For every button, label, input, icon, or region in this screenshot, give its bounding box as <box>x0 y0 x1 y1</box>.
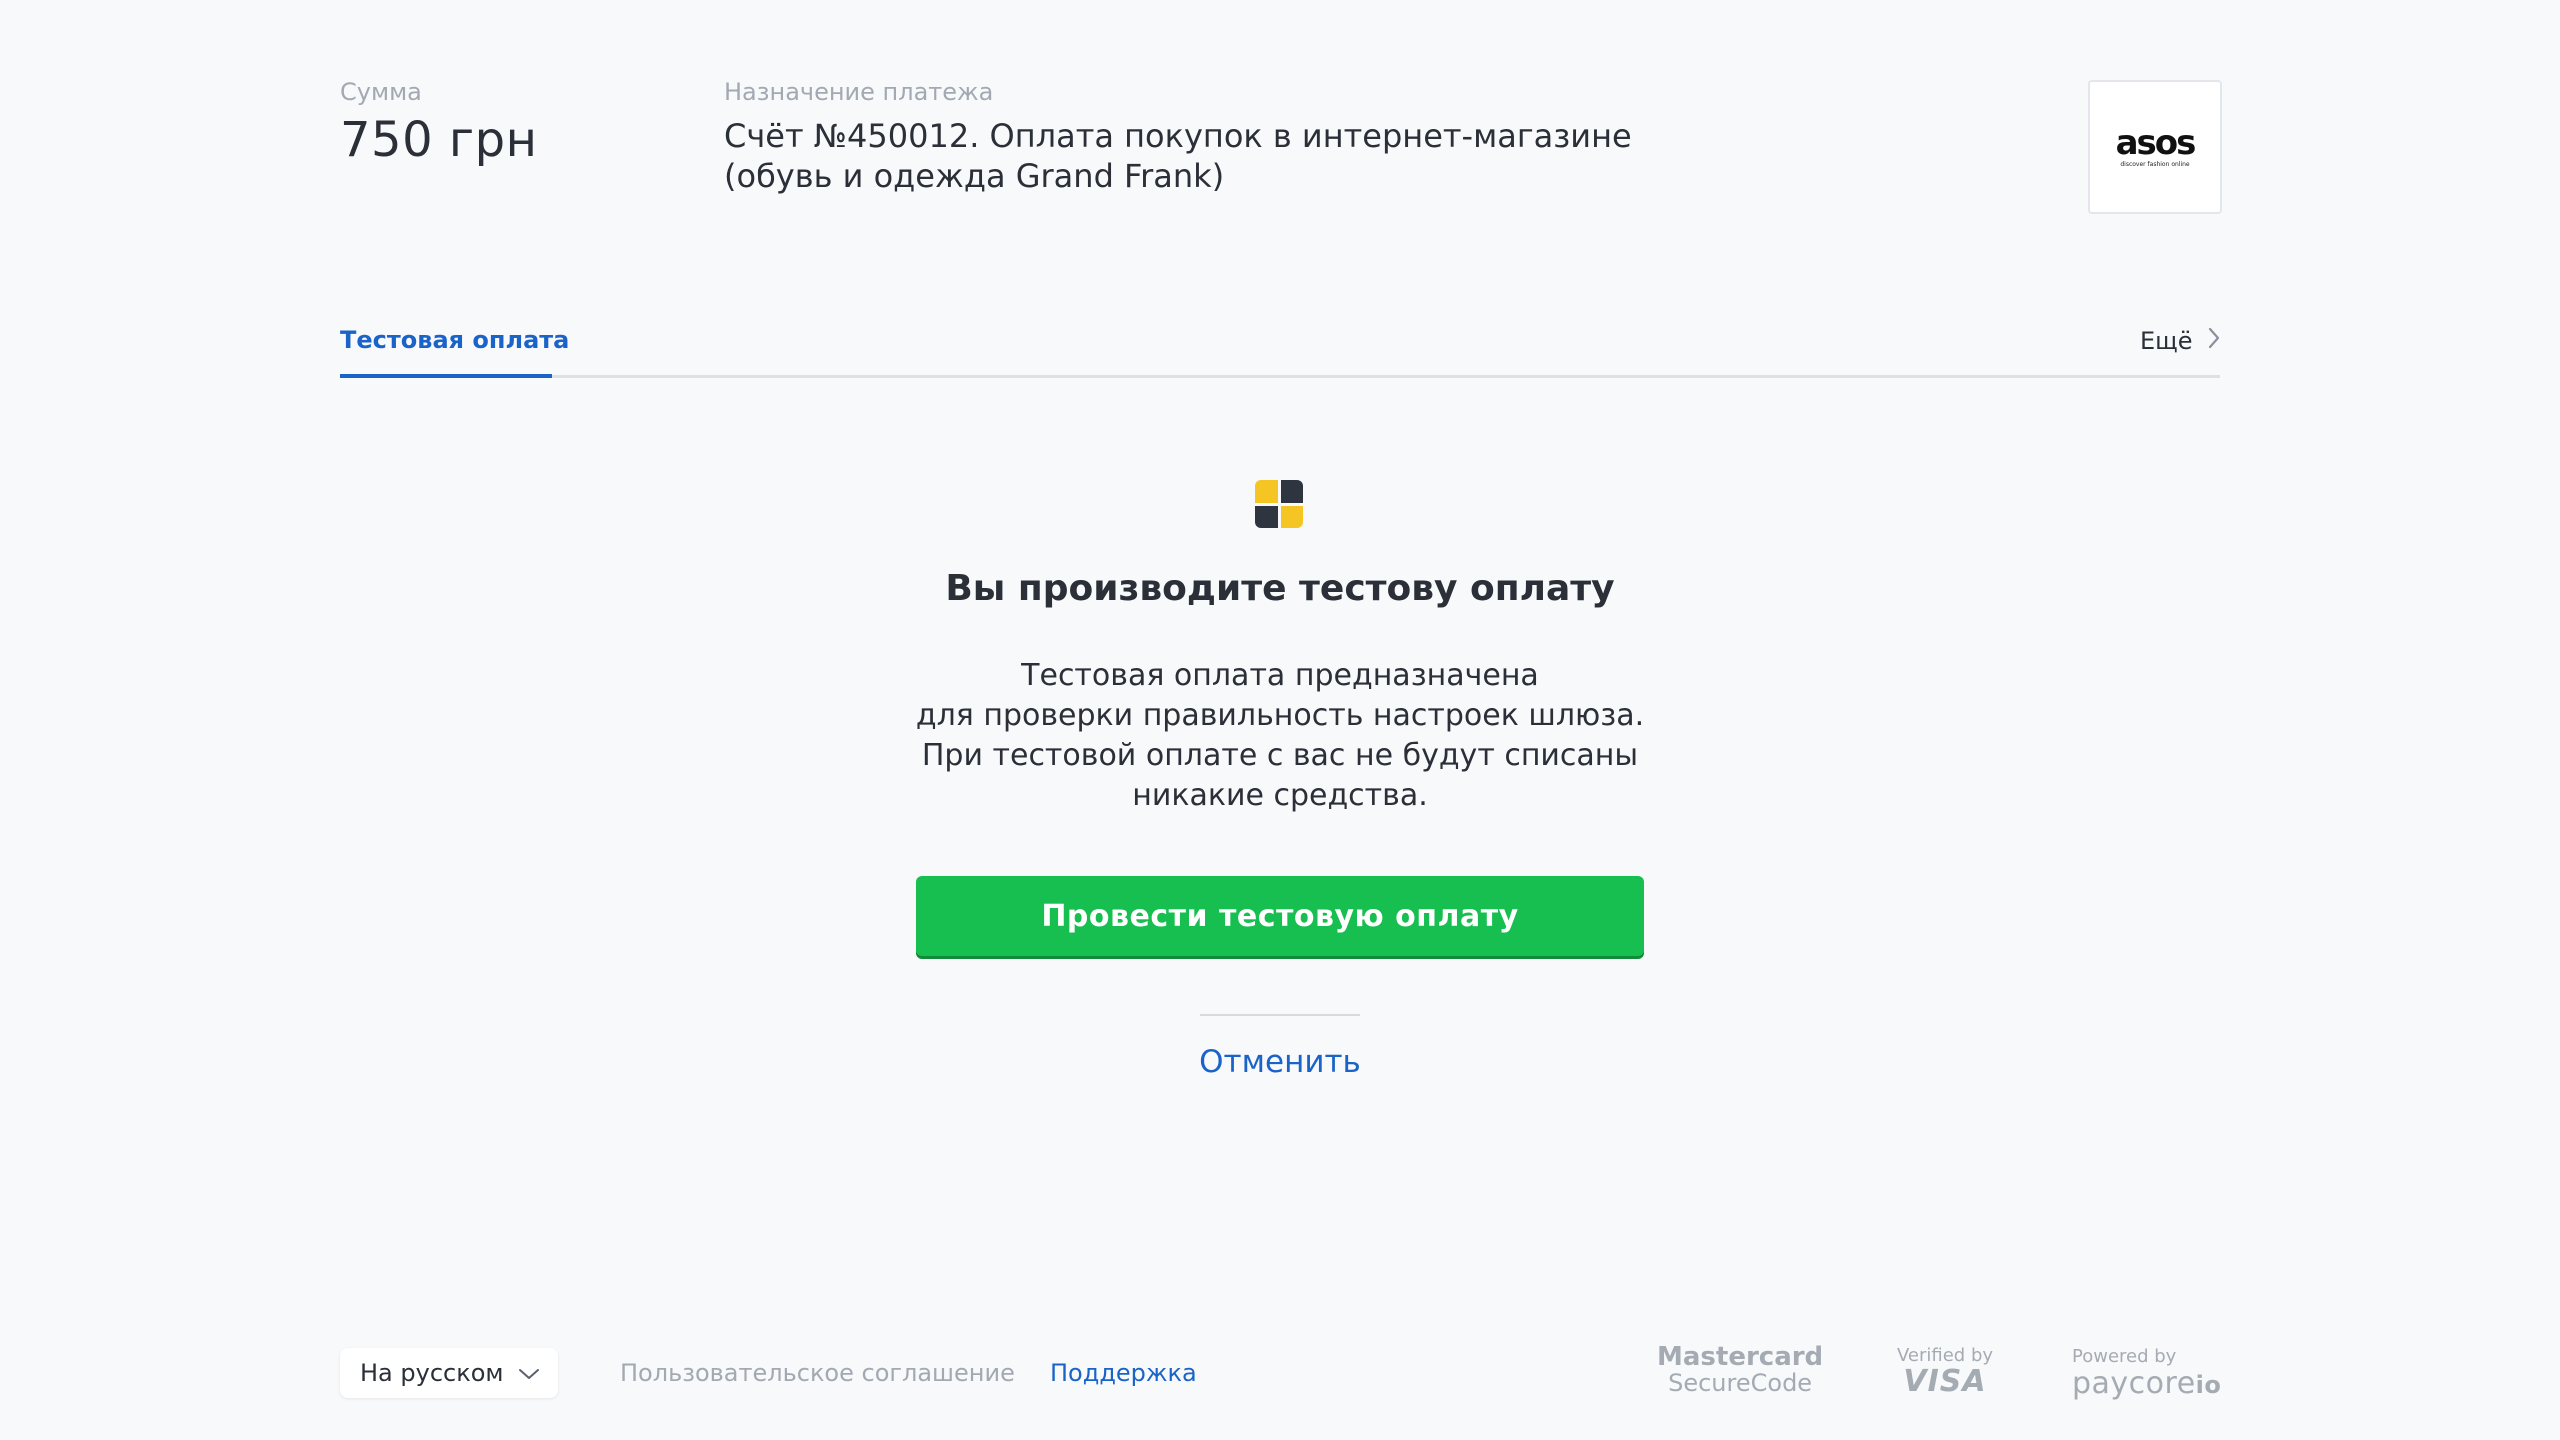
support-link[interactable]: Поддержка <box>1050 1359 1197 1387</box>
paycore-badge-word: paycore <box>2072 1366 2196 1401</box>
cancel-container: Отменить <box>0 1044 2560 1080</box>
purpose-label: Назначение платежа <box>724 78 994 106</box>
merchant-logo-word: asos <box>2115 123 2197 163</box>
description-line: для проверки правильность настроек шлюза… <box>915 698 1645 733</box>
description-line: никакие средства. <box>1132 778 1428 813</box>
purpose-value: Счёт №450012. Оплата покупок в интернет-… <box>724 117 1632 195</box>
description: Тестовая оплата предназначена для провер… <box>780 656 1780 816</box>
visa-badge-line2: VISA <box>1903 1364 1987 1399</box>
user-agreement-link[interactable]: Пользовательское соглашение <box>620 1359 1015 1387</box>
mastercard-badge-line1: Mastercard <box>1657 1342 1824 1372</box>
tab-test-payment[interactable]: Тестовая оплата <box>340 326 569 354</box>
tab-more-label: Ещё <box>2140 327 2193 355</box>
verified-by-visa-badge: Verified by VISA <box>1897 1346 1993 1398</box>
merchant-logo: asos discover fashion online <box>2088 80 2222 214</box>
merchant-logo-subtitle: discover fashion online <box>2120 161 2190 168</box>
run-test-payment-button[interactable]: Провести тестовую оплату <box>916 876 1644 956</box>
language-select-value: На русском <box>360 1359 504 1387</box>
description-line: При тестовой оплате с вас не будут списа… <box>921 738 1639 773</box>
sum-value: 750 грн <box>340 112 538 168</box>
sum-label: Сумма <box>340 78 422 106</box>
description-line: Тестовая оплата предназначена <box>1021 658 1539 693</box>
tab-active-underline <box>340 374 552 378</box>
paycore-badge-line1: Powered by <box>2072 1346 2177 1367</box>
chevron-down-icon <box>518 1359 540 1387</box>
language-select[interactable]: На русском <box>340 1348 558 1398</box>
powered-by-paycore-badge: Powered by paycoreio <box>2072 1346 2221 1401</box>
test-payment-icon <box>1255 480 1303 528</box>
mastercard-badge-line2: SecureCode <box>1668 1369 1813 1397</box>
cancel-divider <box>1200 1014 1360 1016</box>
mastercard-securecode-badge: Mastercard SecureCode <box>1657 1344 1823 1396</box>
chevron-right-icon <box>2207 326 2221 356</box>
visa-badge-line1: Verified by <box>1897 1345 1994 1366</box>
cancel-link[interactable]: Отменить <box>1199 1044 1361 1080</box>
tab-bar-divider <box>340 375 2220 378</box>
page-heading: Вы производите тестову оплату <box>945 568 1615 609</box>
paycore-badge-suffix: io <box>2195 1371 2222 1399</box>
paycore-badge-line2: paycoreio <box>2072 1368 2221 1401</box>
tab-more-button[interactable]: Ещё <box>2140 326 2221 356</box>
